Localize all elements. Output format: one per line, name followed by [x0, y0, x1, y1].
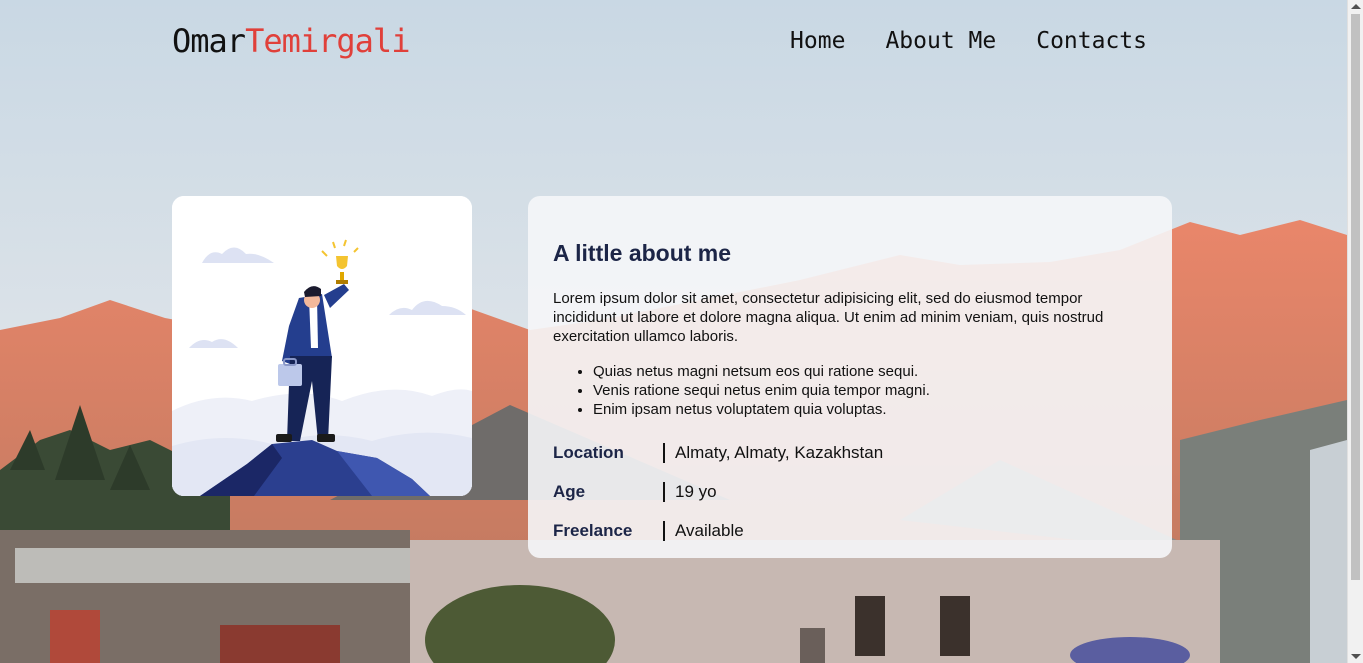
scroll-thumb[interactable]: [1351, 14, 1360, 580]
about-card: A little about me Lorem ipsum dolor sit …: [528, 196, 1172, 558]
site-logo[interactable]: OmarTemirgali: [172, 22, 410, 60]
about-bullet-list: Quias netus magni netsum eos qui ratione…: [553, 362, 1147, 419]
logo-last-name: Temirgali: [245, 22, 410, 60]
logo-first-name: Omar: [172, 22, 246, 60]
info-divider: [663, 520, 665, 541]
info-label: Freelance: [553, 520, 633, 540]
info-value: 19 yo: [675, 481, 717, 501]
nav-about-link[interactable]: About Me: [885, 28, 996, 54]
info-row-freelance: Freelance Available: [553, 511, 1147, 550]
info-label: Age: [553, 481, 586, 501]
info-row-age: Age 19 yo: [553, 472, 1147, 511]
nav-contacts-link[interactable]: Contacts: [1036, 28, 1147, 54]
info-divider: [663, 481, 665, 502]
about-paragraph: Lorem ipsum dolor sit amet, consectetur …: [553, 290, 1104, 345]
list-item: Venis ratione sequi netus enim quia temp…: [593, 381, 1147, 400]
scroll-down-arrow-icon[interactable]: [1351, 654, 1361, 659]
about-title: A little about me: [553, 240, 732, 266]
page-scrollbar[interactable]: [1347, 0, 1363, 663]
illustration-card: [172, 196, 472, 496]
info-value: Almaty, Almaty, Kazakhstan: [675, 442, 884, 462]
info-label: Location: [553, 442, 624, 462]
nav-home-link[interactable]: Home: [790, 28, 845, 54]
info-table: Location Almaty, Almaty, Kazakhstan Age …: [553, 433, 1147, 550]
person-with-trophy-on-mountain-illustration: [172, 196, 472, 496]
info-divider: [663, 442, 665, 463]
main-nav: Home About Me Contacts: [790, 28, 1147, 54]
list-item: Enim ipsam netus voluptatem quia volupta…: [593, 400, 1147, 419]
scroll-up-arrow-icon[interactable]: [1351, 4, 1361, 9]
info-value: Available: [675, 520, 744, 540]
info-row-location: Location Almaty, Almaty, Kazakhstan: [553, 433, 1147, 472]
list-item: Quias netus magni netsum eos qui ratione…: [593, 362, 1147, 381]
